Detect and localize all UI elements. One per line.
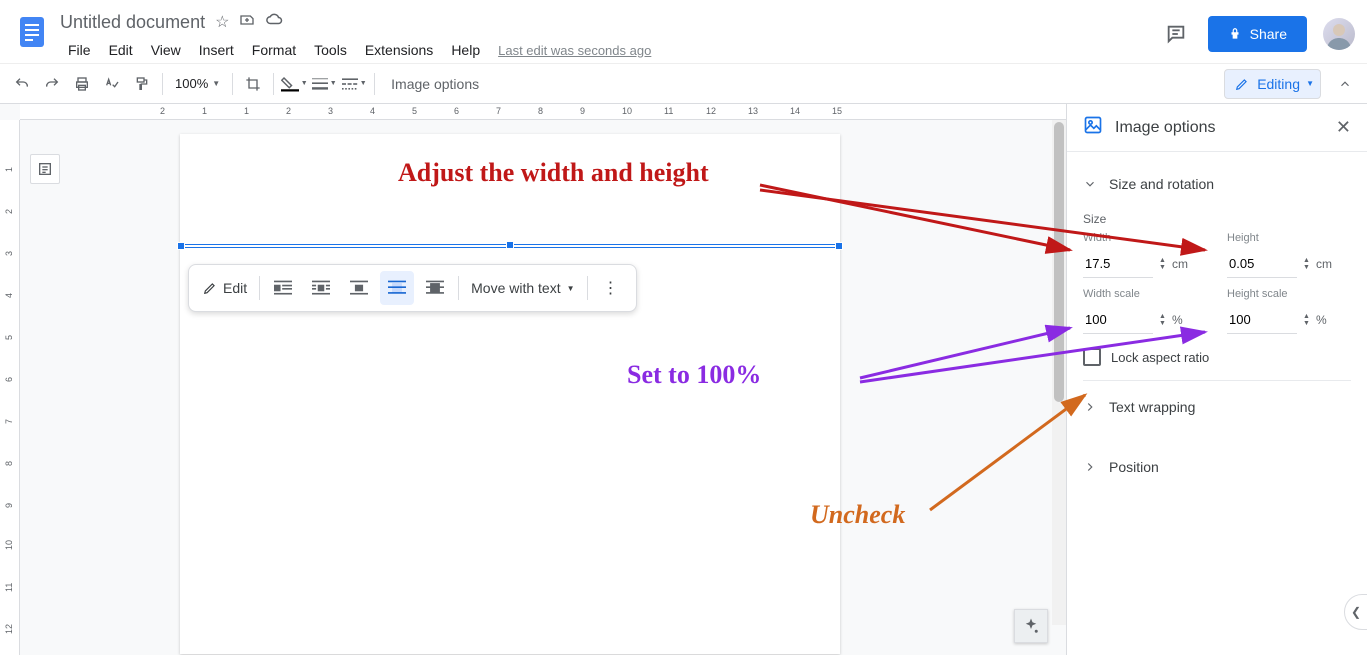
edit-image-button[interactable]: Edit	[197, 271, 253, 305]
width-scale-label: Width scale	[1083, 288, 1207, 300]
menu-insert[interactable]: Insert	[191, 40, 242, 60]
document-outline-button[interactable]	[30, 154, 60, 184]
more-options-button[interactable]: ⋮	[594, 271, 628, 305]
share-button[interactable]: Share	[1208, 16, 1307, 52]
image-options-panel: Image options ✕ Size and rotation Size W…	[1067, 104, 1367, 655]
docs-logo-icon[interactable]	[12, 12, 52, 52]
size-rotation-section-header[interactable]: Size and rotation	[1083, 164, 1351, 204]
lock-aspect-ratio-label: Lock aspect ratio	[1111, 350, 1209, 365]
comment-history-button[interactable]	[1160, 18, 1192, 50]
redo-button[interactable]	[38, 70, 66, 98]
break-text-button[interactable]	[342, 271, 376, 305]
cloud-status-icon[interactable]	[265, 12, 283, 33]
height-unit: cm	[1316, 257, 1332, 271]
hide-menus-button[interactable]	[1331, 70, 1359, 98]
width-label: Width	[1083, 232, 1207, 244]
position-section-header[interactable]: Position	[1083, 447, 1351, 487]
border-dash-button[interactable]: ▼	[340, 70, 368, 98]
resize-handle-left[interactable]	[177, 242, 185, 250]
crop-image-button[interactable]	[239, 70, 267, 98]
menu-format[interactable]: Format	[244, 40, 304, 60]
canvas-area: 21123456789101112131415 123456789101112 …	[0, 104, 1067, 655]
menu-file[interactable]: File	[60, 40, 99, 60]
height-scale-label: Height scale	[1227, 288, 1351, 300]
height-input[interactable]	[1227, 250, 1297, 278]
titlebar: Untitled document ☆ File Edit View Inser…	[0, 0, 1367, 64]
panel-title: Image options	[1115, 119, 1324, 137]
size-subheading: Size	[1083, 212, 1351, 226]
menu-edit[interactable]: Edit	[101, 40, 141, 60]
width-scale-input[interactable]	[1083, 306, 1153, 334]
image-floating-toolbar: Edit Move with text ▼ ⋮	[188, 264, 637, 312]
height-scale-stepper[interactable]: ▲▼	[1303, 313, 1310, 327]
image-options-toolbar-button[interactable]: Image options	[381, 76, 489, 92]
selected-image[interactable]	[180, 244, 840, 248]
zoom-dropdown[interactable]: 100%▼	[169, 76, 226, 91]
lock-aspect-ratio-checkbox[interactable]	[1083, 348, 1101, 366]
border-weight-button[interactable]: ▼	[310, 70, 338, 98]
resize-handle-right[interactable]	[835, 242, 843, 250]
explore-button[interactable]	[1014, 609, 1048, 643]
title-column: Untitled document ☆ File Edit View Inser…	[60, 8, 1160, 64]
wrap-text-button[interactable]	[304, 271, 338, 305]
print-button[interactable]	[68, 70, 96, 98]
width-unit: cm	[1172, 257, 1188, 271]
in-front-text-button[interactable]	[418, 271, 452, 305]
toolbar: 100%▼ ▼ ▼ ▼ Image options Editing ▼	[0, 64, 1367, 104]
document-page[interactable]: Edit Move with text ▼ ⋮	[180, 134, 840, 654]
menu-tools[interactable]: Tools	[306, 40, 355, 60]
spellcheck-button[interactable]	[98, 70, 126, 98]
height-label: Height	[1227, 232, 1351, 244]
paint-format-button[interactable]	[128, 70, 156, 98]
menu-help[interactable]: Help	[443, 40, 488, 60]
height-stepper[interactable]: ▲▼	[1303, 257, 1310, 271]
close-panel-button[interactable]: ✕	[1336, 117, 1351, 138]
editing-mode-button[interactable]: Editing ▼	[1224, 69, 1321, 99]
last-edit-link[interactable]: Last edit was seconds ago	[490, 43, 651, 58]
resize-handle-middle[interactable]	[506, 241, 514, 249]
width-scale-stepper[interactable]: ▲▼	[1159, 313, 1166, 327]
width-stepper[interactable]: ▲▼	[1159, 257, 1166, 271]
move-icon[interactable]	[239, 12, 255, 33]
menu-extensions[interactable]: Extensions	[357, 40, 441, 60]
show-side-panel-button[interactable]: ❮	[1344, 594, 1367, 630]
share-label: Share	[1250, 26, 1287, 42]
vertical-ruler[interactable]: 123456789101112	[0, 120, 20, 655]
height-scale-input[interactable]	[1227, 306, 1297, 334]
account-avatar[interactable]	[1323, 18, 1355, 50]
document-title[interactable]: Untitled document	[60, 12, 205, 33]
star-icon[interactable]: ☆	[215, 12, 229, 33]
workspace: 21123456789101112131415 123456789101112 …	[0, 104, 1367, 655]
menu-bar: File Edit View Insert Format Tools Exten…	[60, 36, 1160, 64]
text-wrapping-section-header[interactable]: Text wrapping	[1083, 387, 1351, 427]
horizontal-ruler[interactable]: 21123456789101112131415	[20, 104, 1066, 120]
position-mode-dropdown[interactable]: Move with text ▼	[465, 271, 580, 305]
undo-button[interactable]	[8, 70, 36, 98]
menu-view[interactable]: View	[143, 40, 189, 60]
width-scale-unit: %	[1172, 313, 1183, 327]
width-input[interactable]	[1083, 250, 1153, 278]
inline-wrap-button[interactable]	[266, 271, 300, 305]
image-icon	[1083, 115, 1103, 140]
border-color-button[interactable]: ▼	[280, 70, 308, 98]
behind-text-button[interactable]	[380, 271, 414, 305]
vertical-scrollbar[interactable]	[1052, 120, 1066, 625]
height-scale-unit: %	[1316, 313, 1327, 327]
